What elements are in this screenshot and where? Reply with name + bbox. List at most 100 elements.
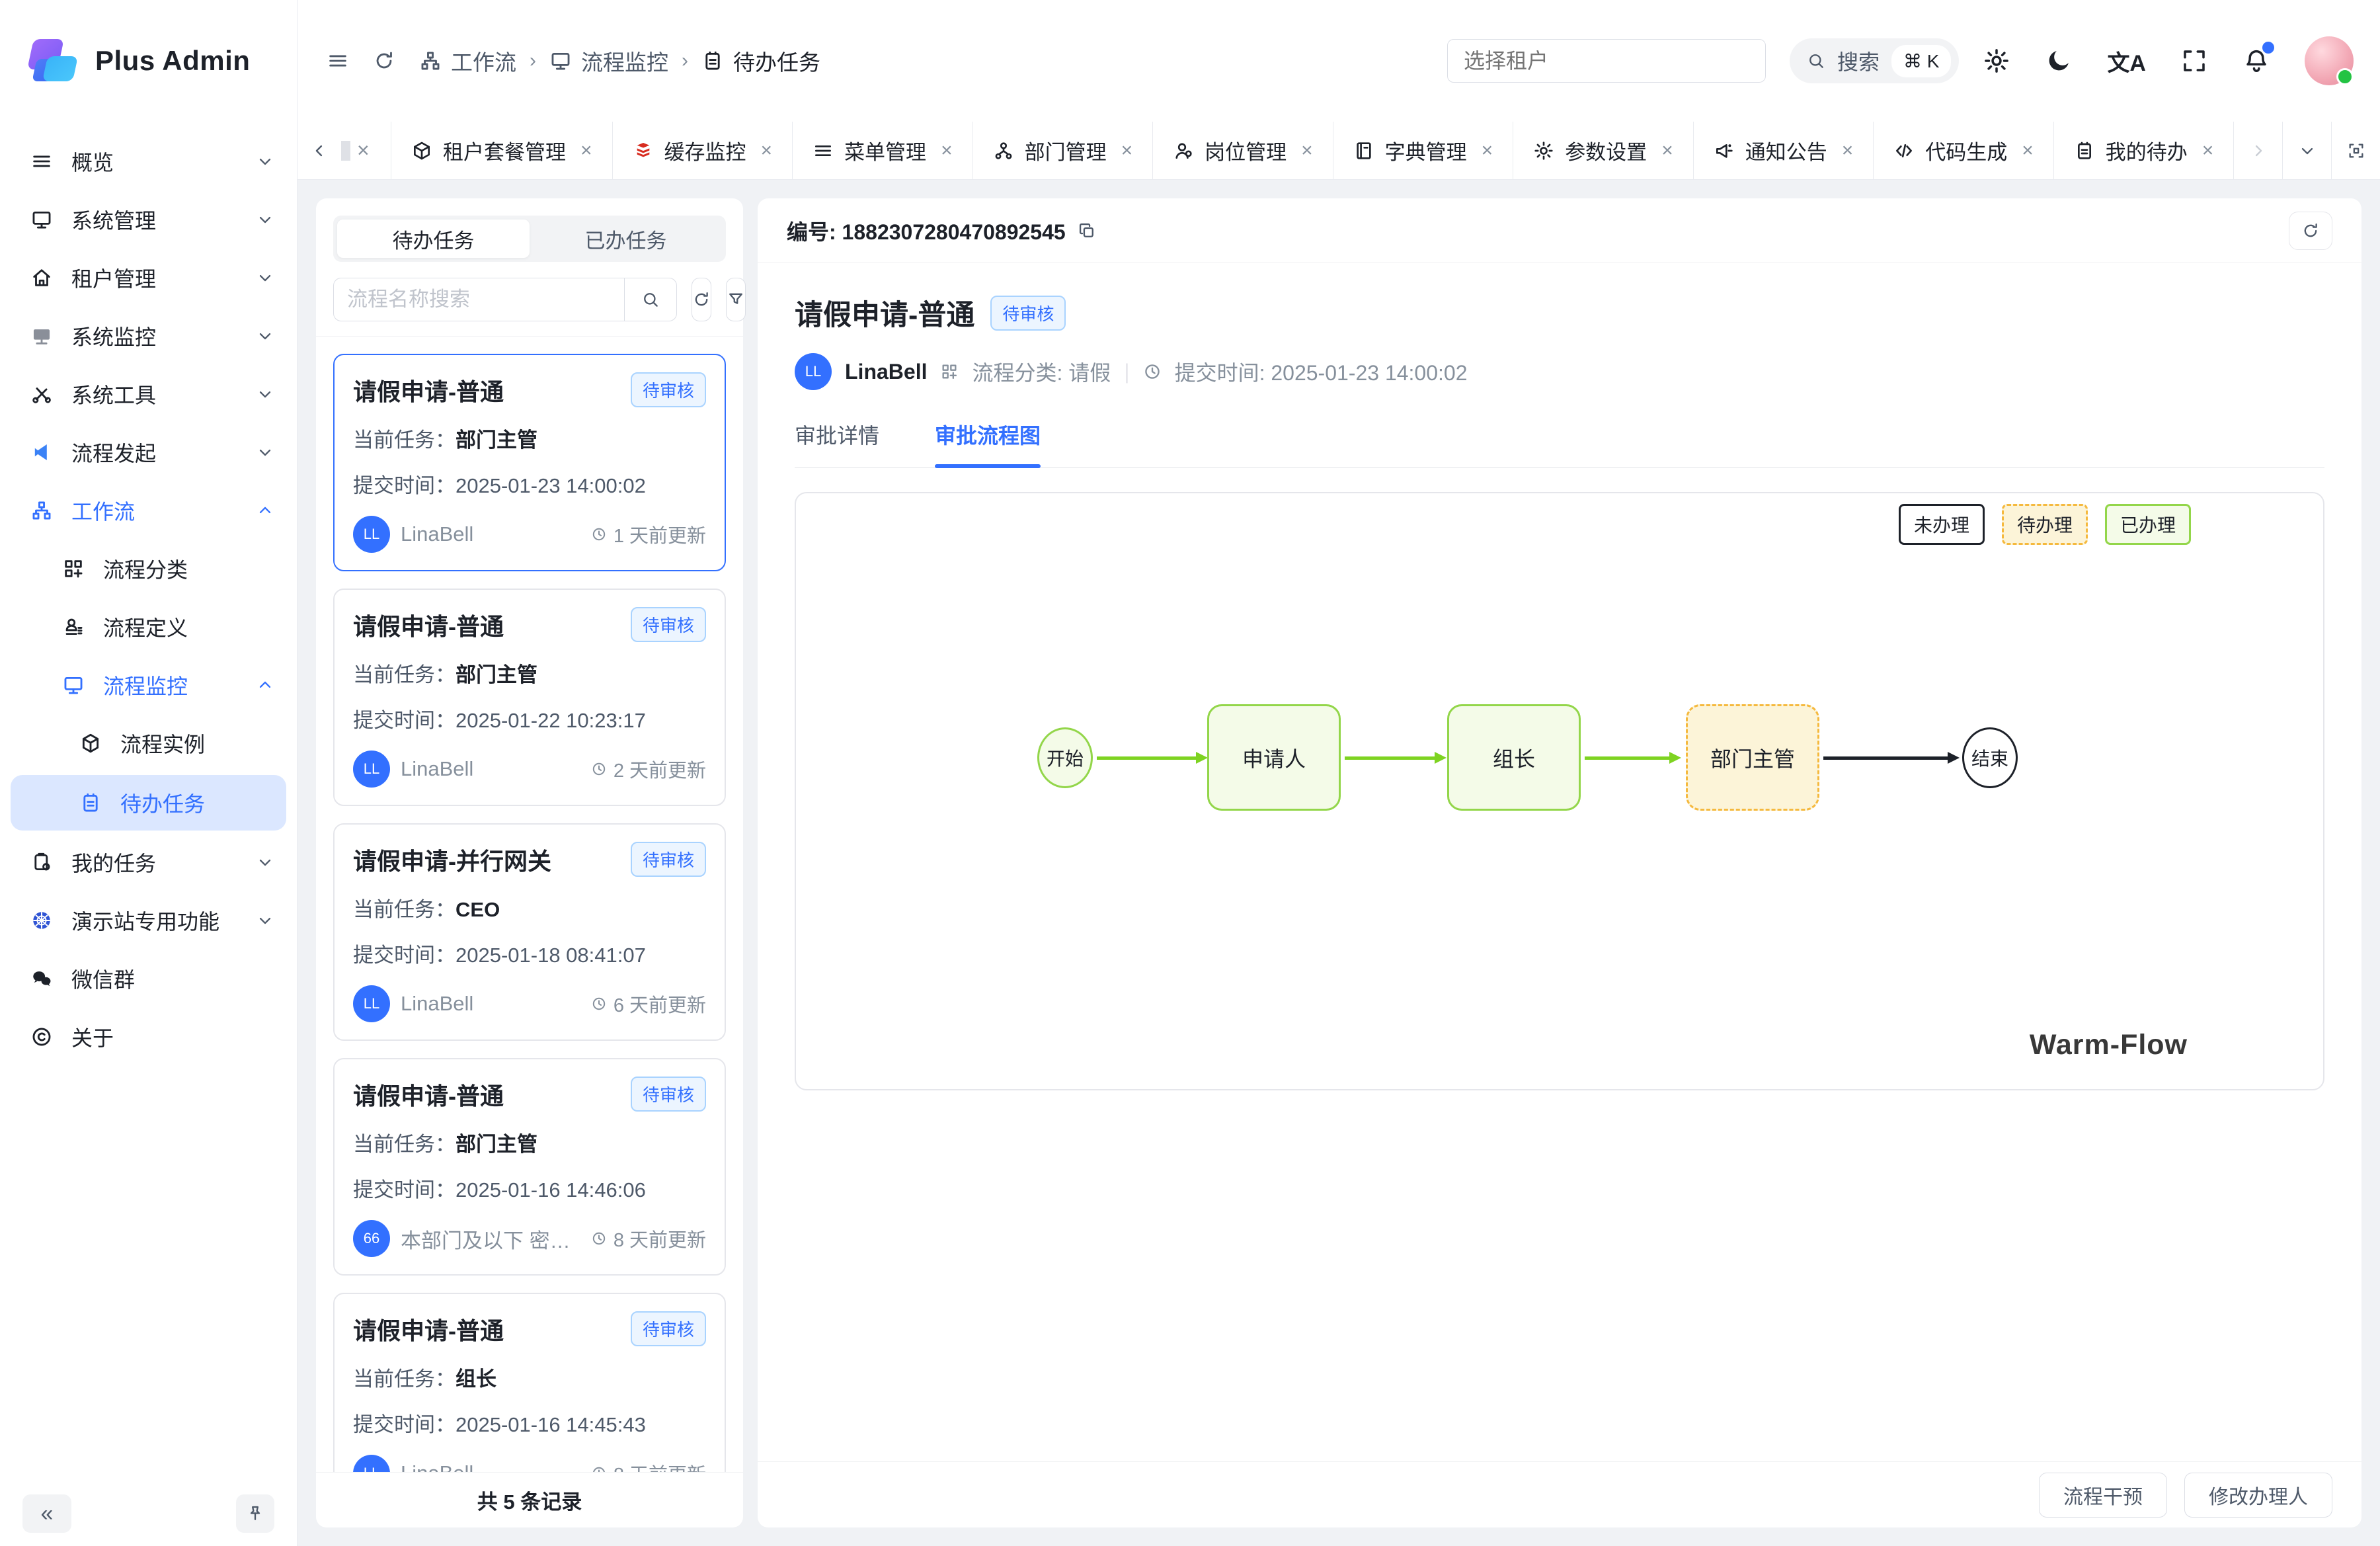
app-title: Plus Admin: [95, 45, 250, 77]
change-assignee-button[interactable]: 修改办理人: [2184, 1473, 2332, 1518]
status-badge: 待审核: [990, 296, 1066, 331]
breadcrumb-separator: ›: [530, 50, 536, 72]
dark-mode-toggle[interactable]: [2045, 47, 2073, 75]
hamburger-menu-button[interactable]: [327, 50, 349, 72]
flow-node-applicant[interactable]: 申请人: [1207, 704, 1341, 811]
sidebar-item-overview[interactable]: 概览: [0, 132, 297, 190]
close-icon[interactable]: ×: [1121, 140, 1133, 162]
close-icon[interactable]: ×: [2022, 140, 2034, 162]
clipboard-badge-icon: [30, 851, 53, 874]
refresh-page-button[interactable]: [373, 50, 395, 72]
sidebar-item-my-tasks[interactable]: 我的任务: [0, 833, 297, 891]
sidebar-item-system-mgmt[interactable]: 系统管理: [0, 190, 297, 249]
tab-param-settings[interactable]: 参数设置×: [1513, 122, 1694, 179]
tabs-scroll-left-button[interactable]: [298, 122, 341, 179]
flow-intervene-button[interactable]: 流程干预: [2039, 1473, 2167, 1518]
tab-notice[interactable]: 通知公告×: [1694, 122, 1874, 179]
chevron-down-icon: [256, 268, 274, 287]
filter-button[interactable]: [726, 278, 746, 321]
close-icon[interactable]: ×: [941, 140, 953, 162]
breadcrumb-item-todo-tasks[interactable]: 待办任务: [701, 45, 820, 77]
reset-button[interactable]: [692, 278, 711, 321]
sidebar-item-flow-monitor[interactable]: 流程监控: [0, 656, 297, 714]
flow-arrow: [1823, 756, 1949, 760]
task-card[interactable]: 请假申请-普通待审核 当前任务：部门主管 提交时间：2025-01-22 10:…: [333, 589, 726, 806]
pin-sidebar-button[interactable]: [236, 1494, 274, 1533]
segment-done-tasks[interactable]: 已办任务: [530, 220, 722, 258]
wechat-icon: [30, 967, 53, 990]
task-card[interactable]: 请假申请-并行网关待审核 当前任务：CEO 提交时间：2025-01-18 08…: [333, 823, 726, 1041]
avatar: LL: [353, 1455, 390, 1472]
language-switch-button[interactable]: 文A: [2107, 45, 2146, 77]
sidebar-item-flow-category[interactable]: 流程分类: [0, 540, 297, 598]
flowchart-canvas[interactable]: 未办理 待办理 已办理 开始 申请人 组长 部门主管 结束 War: [795, 492, 2324, 1090]
breadcrumb-item-flow-monitor[interactable]: 流程监控: [549, 45, 668, 77]
tab-approval-detail[interactable]: 审批详情: [795, 419, 879, 467]
sidebar-item-tenant-mgmt[interactable]: 租户管理: [0, 249, 297, 307]
refresh-detail-button[interactable]: [2289, 212, 2332, 250]
sidebar-item-todo-tasks[interactable]: 待办任务: [11, 775, 286, 831]
task-card[interactable]: 请假申请-普通待审核 当前任务：部门主管 提交时间：2025-01-16 14:…: [333, 1058, 726, 1276]
tab-tenant-package[interactable]: 租户套餐管理×: [391, 122, 613, 179]
tenant-select-input[interactable]: [1447, 39, 1766, 83]
tab-post-mgmt[interactable]: 岗位管理×: [1153, 122, 1333, 179]
close-icon[interactable]: ×: [1301, 140, 1313, 162]
close-icon[interactable]: ×: [1661, 140, 1673, 162]
chevron-right-icon: [2249, 142, 2268, 160]
global-search-button[interactable]: 搜索 ⌘ K: [1790, 38, 1959, 83]
breadcrumb-item-workflow[interactable]: 工作流: [419, 45, 516, 77]
close-icon[interactable]: ×: [1482, 140, 1493, 162]
workflow-icon: [30, 499, 53, 522]
task-search-row: [333, 278, 726, 321]
content-fullscreen-button[interactable]: [2331, 122, 2380, 179]
segment-todo-tasks[interactable]: 待办任务: [337, 220, 530, 258]
search-button[interactable]: [624, 278, 677, 321]
tab-dept-mgmt[interactable]: 部门管理×: [973, 122, 1154, 179]
task-card-list: 请假申请-普通待审核 当前任务：部门主管 提交时间：2025-01-23 14:…: [316, 337, 743, 1472]
tab-menu-mgmt[interactable]: 菜单管理×: [793, 122, 973, 179]
notifications-button[interactable]: [2242, 47, 2270, 75]
sidebar-item-wechat-group[interactable]: 微信群: [0, 950, 297, 1008]
flow-node-dept-manager[interactable]: 部门主管: [1686, 704, 1819, 811]
flow-node-end[interactable]: 结束: [1962, 727, 2018, 788]
close-icon[interactable]: ×: [580, 140, 592, 162]
detail-tabs: 审批详情 审批流程图: [795, 419, 2324, 468]
settings-button[interactable]: [1983, 47, 2010, 75]
tab-approval-flowchart[interactable]: 审批流程图: [935, 419, 1041, 467]
tab-clipped[interactable]: ×: [341, 122, 391, 179]
close-icon[interactable]: ×: [2202, 140, 2214, 162]
task-card[interactable]: 请假申请-普通待审核 当前任务：组长 提交时间：2025-01-16 14:45…: [333, 1293, 726, 1472]
sidebar-item-about[interactable]: 关于: [0, 1008, 297, 1066]
collapse-sidebar-button[interactable]: «: [22, 1494, 71, 1533]
category-grid-icon: [940, 362, 959, 381]
flow-node-team-leader[interactable]: 组长: [1447, 704, 1581, 811]
tabs-dropdown-button[interactable]: [2282, 122, 2331, 179]
sidebar-item-flow-definition[interactable]: 流程定义: [0, 598, 297, 656]
sidebar-item-system-monitor[interactable]: 系统监控: [0, 307, 297, 365]
user-avatar[interactable]: [2305, 36, 2354, 85]
copy-icon[interactable]: [1078, 222, 1096, 240]
tabs-scroll-right-button[interactable]: [2233, 122, 2282, 179]
tab-my-todo[interactable]: 我的待办×: [2054, 122, 2233, 179]
monitor-icon: [62, 674, 85, 696]
sidebar-item-flow-instance[interactable]: 流程实例: [0, 714, 297, 772]
sidebar-item-system-tools[interactable]: 系统工具: [0, 365, 297, 423]
bars-icon: [30, 150, 53, 173]
close-icon[interactable]: ×: [761, 140, 773, 162]
tab-dict-mgmt[interactable]: 字典管理×: [1333, 122, 1514, 179]
sidebar-item-demo-features[interactable]: 演示站专用功能: [0, 891, 297, 950]
tab-cache-monitor[interactable]: 缓存监控×: [613, 122, 793, 179]
app-logo[interactable]: Plus Admin: [0, 0, 297, 122]
search-kbd-hint: ⌘ K: [1891, 45, 1951, 77]
sidebar-item-workflow[interactable]: 工作流: [0, 481, 297, 540]
home-icon: [30, 266, 53, 289]
task-card[interactable]: 请假申请-普通待审核 当前任务：部门主管 提交时间：2025-01-23 14:…: [333, 354, 726, 571]
flow-name-search-input[interactable]: [333, 278, 624, 321]
close-icon[interactable]: ×: [1842, 140, 1854, 162]
tab-code-gen[interactable]: 代码生成×: [1874, 122, 2054, 179]
flow-node-start[interactable]: 开始: [1037, 727, 1093, 788]
close-icon[interactable]: ×: [357, 138, 370, 163]
fullscreen-button[interactable]: [2180, 47, 2208, 75]
monitor-icon: [549, 50, 572, 72]
sidebar-item-flow-start[interactable]: 流程发起: [0, 423, 297, 481]
